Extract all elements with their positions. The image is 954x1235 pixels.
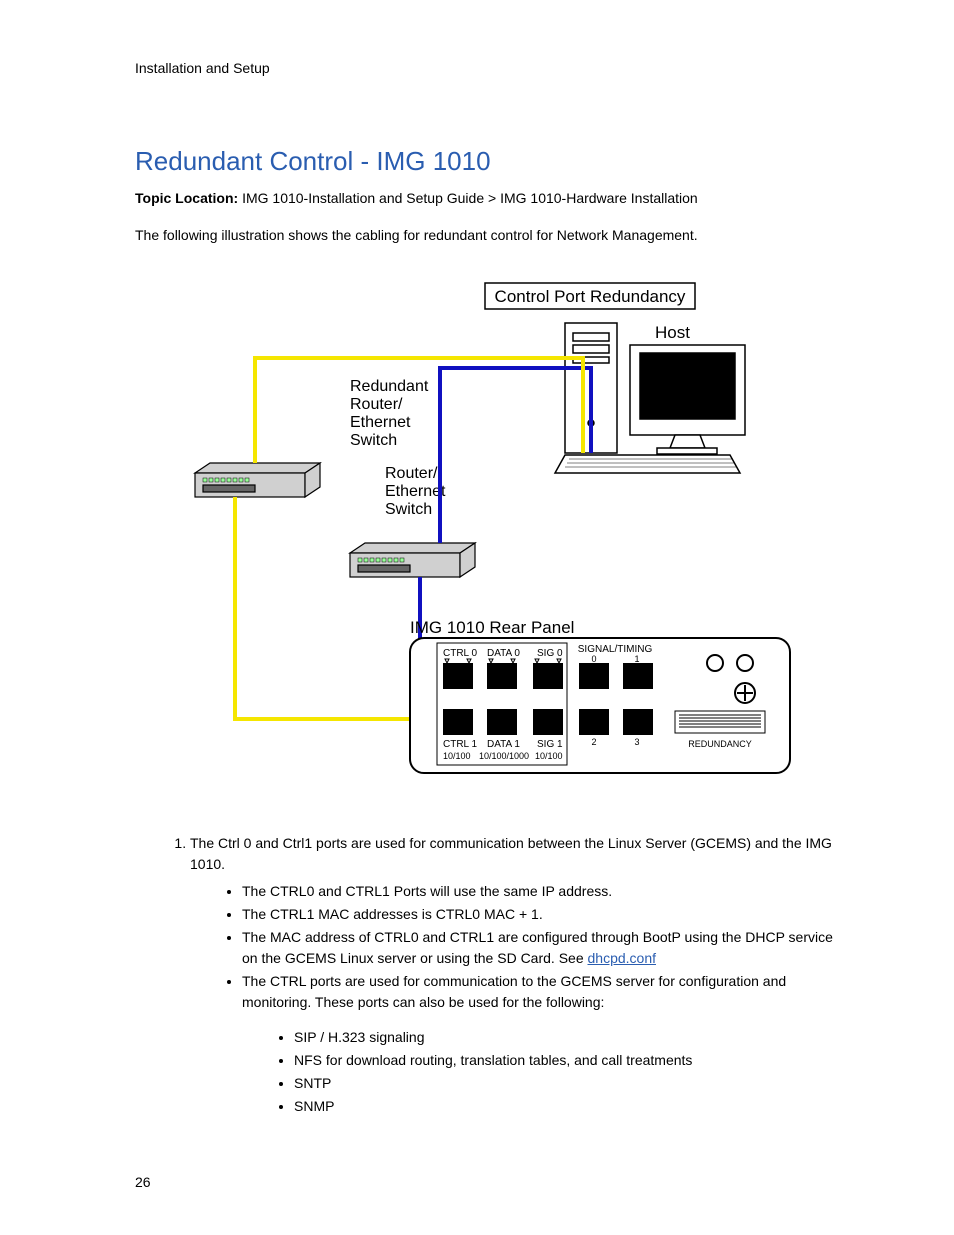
host-label: Host (655, 323, 690, 342)
svg-text:DATA 0: DATA 0 (487, 648, 520, 659)
svg-text:10/100: 10/100 (443, 751, 471, 761)
svg-text:0: 0 (591, 654, 596, 664)
topic-location: Topic Location: IMG 1010-Installation an… (135, 189, 844, 209)
redundant-switch-label: Redundant Router/ Ethernet Switch (350, 378, 433, 449)
instruction-list: The Ctrl 0 and Ctrl1 ports are used for … (135, 833, 844, 1117)
svg-text:10/100/1000: 10/100/1000 (479, 751, 529, 761)
intro-paragraph: The following illustration shows the cab… (135, 227, 844, 243)
cabling-diagram: Control Port Redundancy Host (185, 273, 795, 803)
svg-text:DATA 1: DATA 1 (487, 739, 520, 750)
subsub-item: NFS for download routing, translation ta… (294, 1050, 844, 1071)
sub-item: The MAC address of CTRL0 and CTRL1 are c… (242, 927, 844, 969)
svg-text:REDUNDANCY: REDUNDANCY (688, 739, 752, 749)
rear-panel: CTRL 0 DATA 0 SIG 0 SIGNAL/TIMING 0 1 (410, 638, 790, 773)
svg-text:SIG 0: SIG 0 (537, 648, 563, 659)
subsub-item: SNTP (294, 1073, 844, 1094)
svg-text:SIG 1: SIG 1 (537, 739, 563, 750)
svg-text:1: 1 (634, 654, 639, 664)
svg-text:3: 3 (634, 737, 639, 747)
svg-text:SIGNAL/TIMING: SIGNAL/TIMING (577, 644, 652, 655)
figure-title: Control Port Redundancy (494, 287, 685, 306)
svg-text:CTRL 1: CTRL 1 (443, 739, 478, 750)
list-item-text: The Ctrl 0 and Ctrl1 ports are used for … (190, 835, 832, 872)
sub-item: The CTRL ports are used for communicatio… (242, 971, 844, 1117)
redundant-switch-icon (195, 463, 320, 497)
sub-item: The CTRL1 MAC addresses is CTRL0 MAC + 1… (242, 904, 844, 925)
sub-item: The CTRL0 and CTRL1 Ports will use the s… (242, 881, 844, 902)
sub-item-text: The MAC address of CTRL0 and CTRL1 are c… (242, 929, 833, 966)
dhcpd-link[interactable]: dhcpd.conf (588, 950, 657, 966)
panel-title: IMG 1010 Rear Panel (410, 618, 574, 637)
svg-text:CTRL 0: CTRL 0 (443, 648, 478, 659)
sub-list: The CTRL0 and CTRL1 Ports will use the s… (190, 881, 844, 1117)
svg-text:10/100: 10/100 (535, 751, 563, 761)
svg-text:2: 2 (591, 737, 596, 747)
subsub-item: SNMP (294, 1096, 844, 1117)
page-title: Redundant Control - IMG 1010 (135, 146, 844, 177)
page-number: 26 (135, 1174, 151, 1190)
switch-icon (350, 543, 475, 577)
sub-item-text: The CTRL ports are used for communicatio… (242, 973, 786, 1010)
list-item: The Ctrl 0 and Ctrl1 ports are used for … (190, 833, 844, 1117)
subsub-list: SIP / H.323 signaling NFS for download r… (242, 1027, 844, 1117)
running-head: Installation and Setup (135, 60, 844, 76)
subsub-item: SIP / H.323 signaling (294, 1027, 844, 1048)
topic-location-value: IMG 1010-Installation and Setup Guide > … (238, 190, 698, 206)
topic-location-label: Topic Location: (135, 190, 238, 206)
